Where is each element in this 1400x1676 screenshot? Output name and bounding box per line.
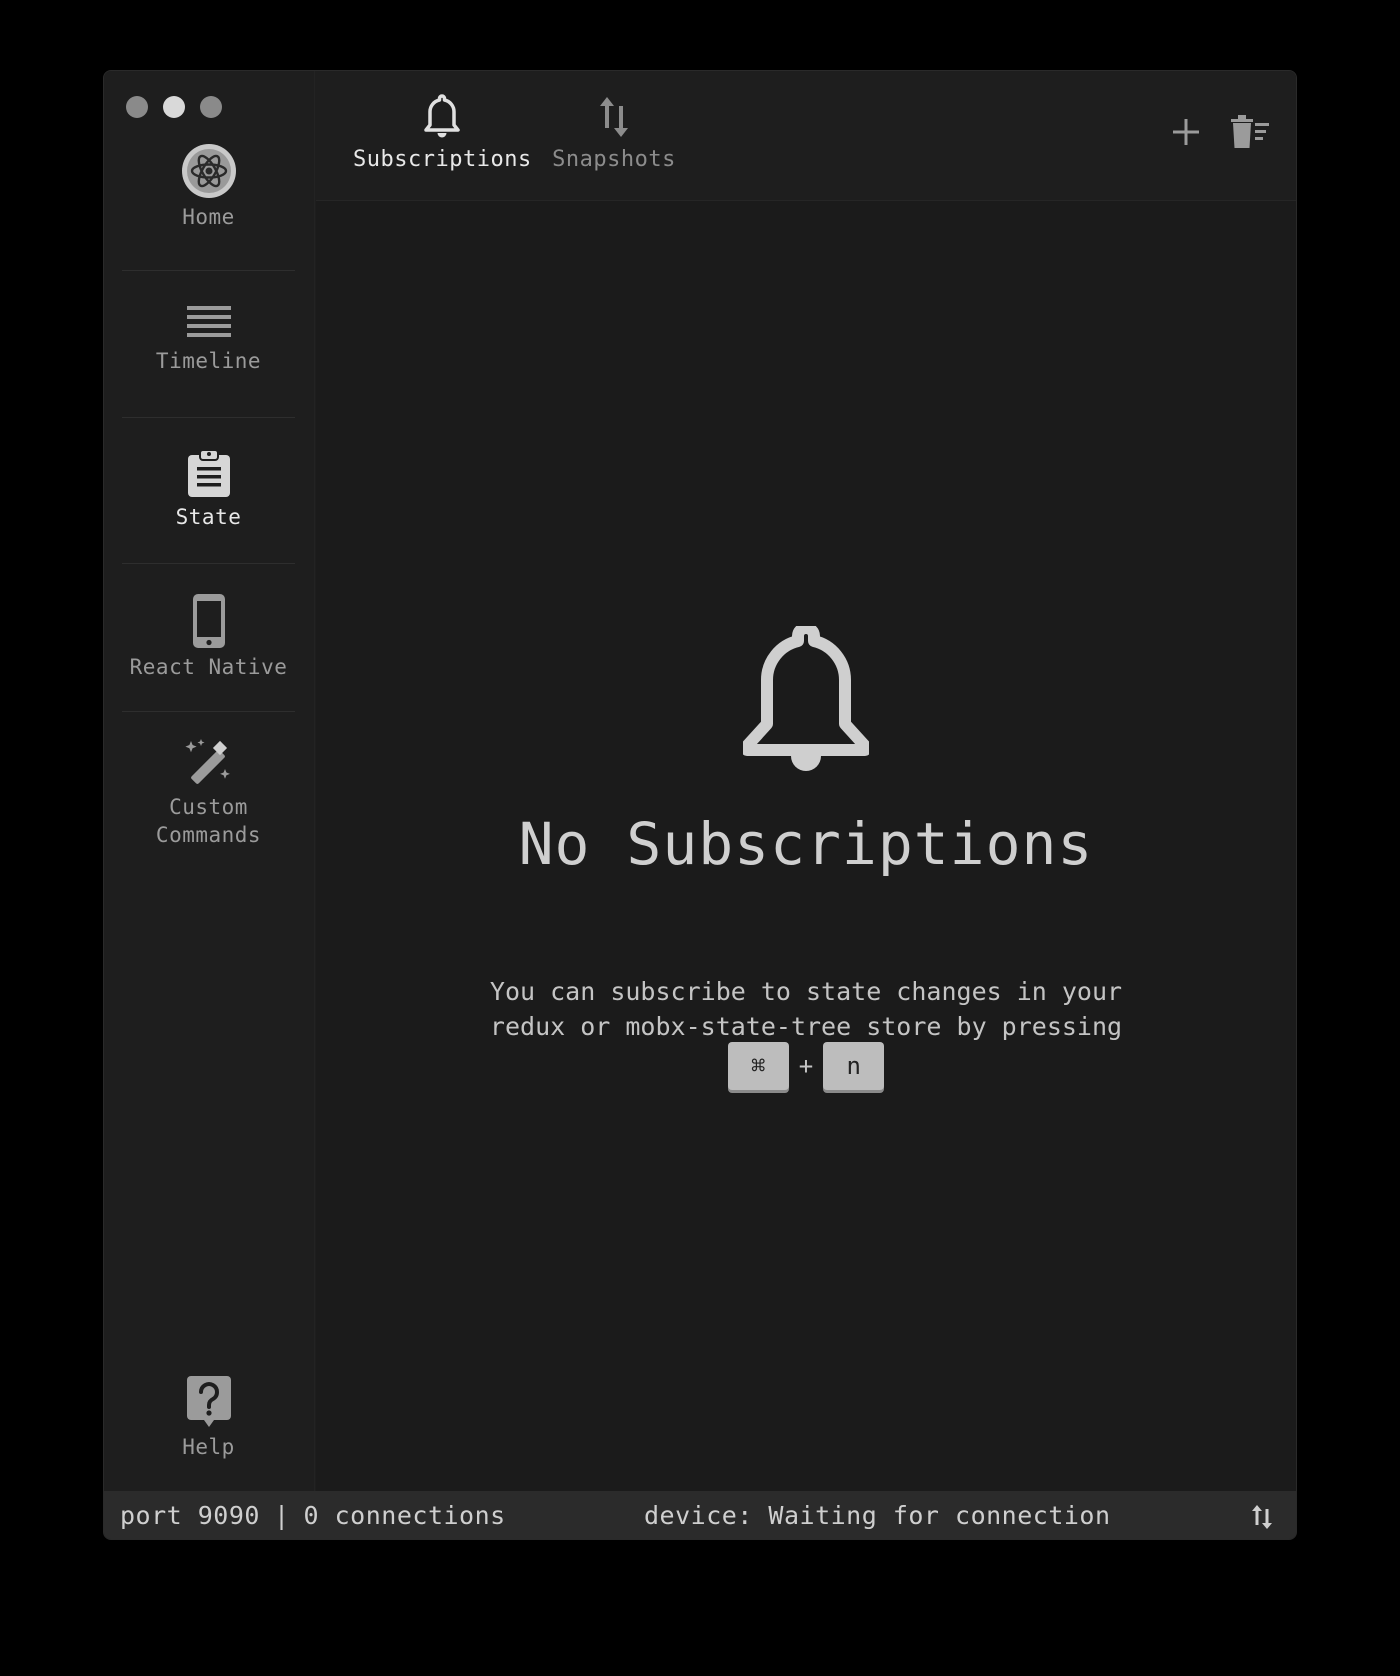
phone-icon [192,594,225,648]
divider [122,270,295,271]
divider [122,417,295,418]
close-window-button[interactable] [126,96,148,118]
main-panel: Subscriptions Snapshots No Subscriptions… [316,71,1296,1493]
tab-label: Snapshots [552,147,676,172]
port-status: port 9090 [120,1500,260,1530]
status-separator: | [273,1500,290,1530]
toolbar-actions [1172,115,1270,149]
sidebar-item-home[interactable]: Home [122,143,295,229]
status-bar: port 9090 | 0 connections device: Waitin… [104,1491,1296,1539]
device-status: device: Waiting for connection [644,1500,1111,1530]
timeline-icon [186,306,231,337]
reactotron-logo-icon [181,144,236,198]
app-window: Home Timeline State React Native Custom … [103,70,1297,1540]
bell-icon [424,94,460,138]
connections-status: 0 connections [303,1500,506,1530]
sidebar-item-label: Home [182,205,235,229]
sidebar-item-react-native[interactable]: React Native [122,593,295,679]
sidebar: Home Timeline State React Native Custom … [104,71,315,1493]
divider [122,711,295,712]
header-toolbar: Subscriptions Snapshots [316,71,1296,201]
empty-state-title: No Subscriptions [518,810,1094,878]
swap-icon [600,97,628,137]
key-plus: + [798,1052,814,1080]
help-icon [186,1376,231,1427]
sidebar-item-label: State [175,505,242,529]
minimize-window-button[interactable] [163,96,185,118]
sidebar-item-label: Help [182,1435,235,1459]
cmd-key: ⌘ [727,1042,789,1090]
magic-wand-icon [184,739,230,784]
sidebar-item-state[interactable]: State [122,449,295,529]
add-icon[interactable] [1172,118,1200,146]
sidebar-item-label: Timeline [155,349,262,373]
clear-trash-icon[interactable] [1230,115,1270,149]
tab-label: Subscriptions [353,147,532,172]
tab-subscriptions[interactable]: Subscriptions [353,93,531,172]
empty-state: No Subscriptions You can subscribe to st… [316,622,1296,1090]
sidebar-item-timeline[interactable]: Timeline [122,303,295,373]
sidebar-item-help[interactable]: Help [122,1375,295,1459]
window-controls [126,96,222,118]
n-key: n [823,1042,885,1090]
sidebar-item-label: Custom Commands [155,795,262,847]
sidebar-item-label: React Native [129,655,288,679]
bell-icon [741,622,871,771]
clipboard-icon [187,449,230,497]
sidebar-item-custom-commands[interactable]: Custom Commands [122,739,295,849]
empty-state-description: You can subscribe to state changes in yo… [489,977,1123,1041]
divider [122,563,295,564]
tab-snapshots[interactable]: Snapshots [546,93,682,172]
shortcut-hint: ⌘ + n [316,1042,1296,1090]
maximize-window-button[interactable] [200,96,222,118]
activity-arrows-icon [1252,1505,1272,1529]
